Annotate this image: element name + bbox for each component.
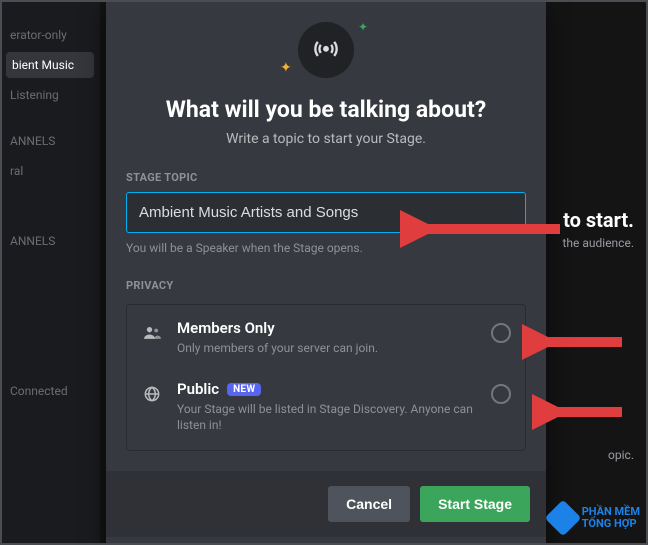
privacy-options: Members Only Only members of your server… <box>126 304 526 451</box>
modal-footer: Cancel Start Stage <box>106 471 546 537</box>
cancel-button[interactable]: Cancel <box>328 486 410 522</box>
members-icon <box>141 319 163 343</box>
stage-topic-input[interactable] <box>126 192 526 233</box>
stage-icon: ✦ ✦ <box>298 22 354 78</box>
privacy-option-members-only[interactable]: Members Only Only members of your server… <box>127 305 525 370</box>
privacy-label: PRIVACY <box>126 279 526 292</box>
watermark: PHẦN MỀM TỔNG HỢP <box>550 505 640 531</box>
privacy-option-public[interactable]: Public NEW Your Stage will be listed in … <box>127 370 525 449</box>
sparkle-icon: ✦ <box>280 60 292 76</box>
modal-subtitle: Write a topic to start your Stage. <box>126 131 526 147</box>
option-desc: Your Stage will be listed in Stage Disco… <box>177 401 477 433</box>
radio-members-only[interactable] <box>491 323 511 343</box>
option-title: Members Only <box>177 319 275 337</box>
background-right: to start. the audience. opic. <box>558 0 648 545</box>
radio-public[interactable] <box>491 384 511 404</box>
globe-icon <box>141 380 163 404</box>
option-title: Public <box>177 380 219 398</box>
background-sidebar: erator-only bient Music Listening ANNELS… <box>0 0 100 545</box>
modal-title: What will you be talking about? <box>126 96 526 123</box>
stage-setup-modal: ✦ ✦ What will you be talking about? Writ… <box>106 0 546 545</box>
sparkle-icon: ✦ <box>358 20 368 34</box>
stage-topic-label: STAGE TOPIC <box>126 171 526 184</box>
watermark-logo-icon <box>544 500 581 537</box>
new-badge: NEW <box>227 383 261 396</box>
start-stage-button[interactable]: Start Stage <box>420 486 530 522</box>
topic-helper-text: You will be a Speaker when the Stage ope… <box>126 241 526 255</box>
option-desc: Only members of your server can join. <box>177 340 477 356</box>
